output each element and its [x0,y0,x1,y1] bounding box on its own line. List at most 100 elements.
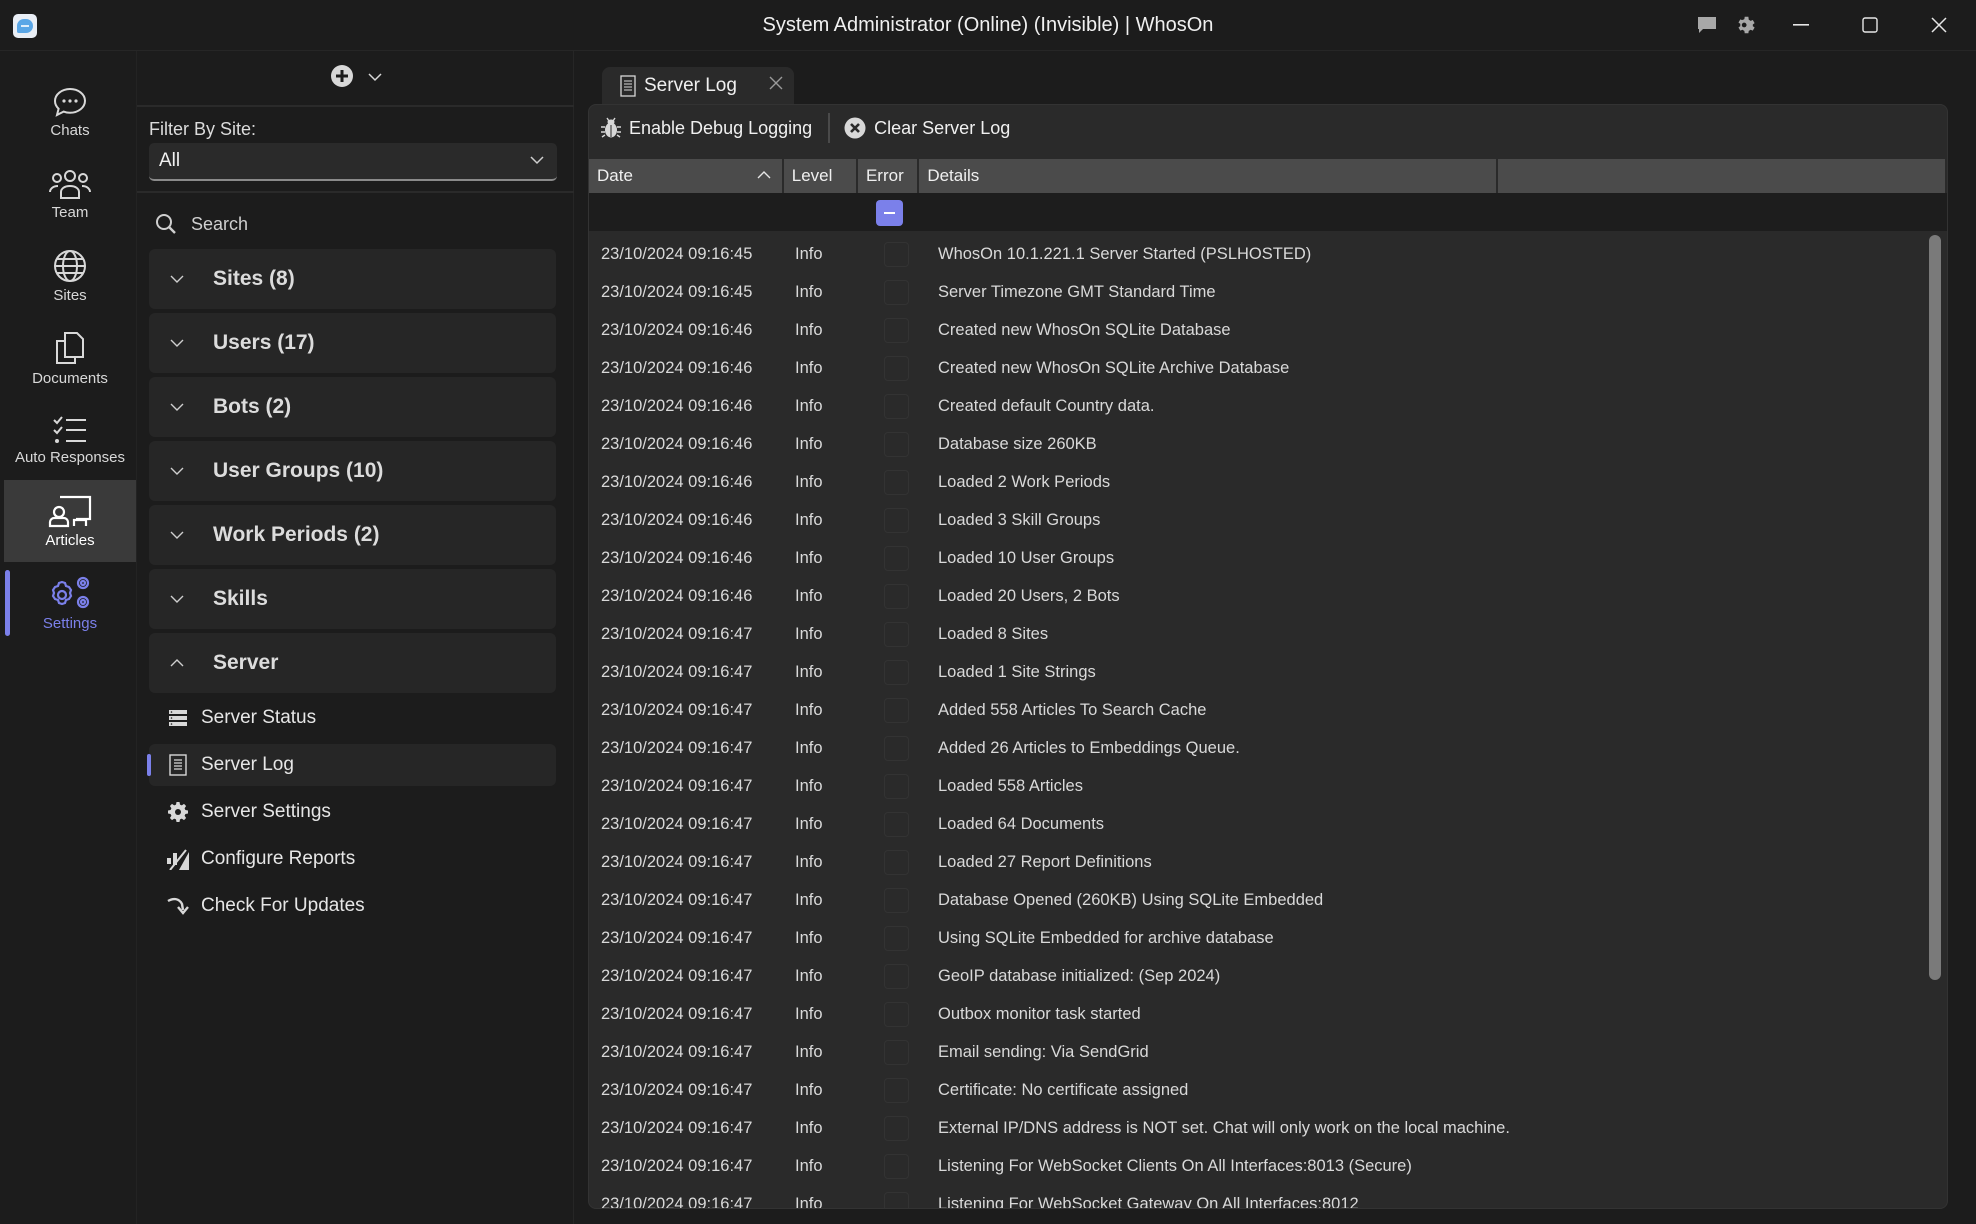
search-input[interactable]: Search [155,206,248,242]
log-row[interactable]: 23/10/2024 09:16:46 Info Database size 2… [589,425,1947,463]
column-header-error[interactable]: Error [857,159,918,193]
cell-date: 23/10/2024 09:16:47 [601,890,753,909]
log-toolbar: Enable Debug Logging Clear Server Log [589,105,1947,151]
filter-by-site-select[interactable]: All [149,143,557,181]
error-checkbox[interactable] [884,697,909,723]
log-row[interactable]: 23/10/2024 09:16:46 Info Loaded 3 Skill … [589,501,1947,539]
section-label: Users (17) [213,331,315,354]
error-checkbox[interactable] [884,659,909,685]
error-checkbox[interactable] [884,1153,909,1179]
log-row[interactable]: 23/10/2024 09:16:47 Info Listening For W… [589,1147,1947,1185]
nav-settings[interactable]: Settings [4,562,136,644]
server-log-item[interactable]: Server Log [147,744,556,786]
log-row[interactable]: 23/10/2024 09:16:46 Info Created default… [589,387,1947,425]
log-row[interactable]: 23/10/2024 09:16:45 Info Server Timezone… [589,273,1947,311]
nav-auto-responses[interactable]: Auto Responses [4,399,136,481]
error-checkbox[interactable] [884,773,909,799]
log-row[interactable]: 23/10/2024 09:16:47 Info Loaded 8 Sites [589,615,1947,653]
section-sites[interactable]: Sites (8) [149,249,556,309]
log-row[interactable]: 23/10/2024 09:16:46 Info Loaded 20 Users… [589,577,1947,615]
error-checkbox[interactable] [884,317,909,343]
section-server[interactable]: Server [149,633,556,693]
log-row[interactable]: 23/10/2024 09:16:47 Info Email sending: … [589,1033,1947,1071]
error-checkbox[interactable] [884,849,909,875]
error-checkbox[interactable] [884,963,909,989]
error-checkbox[interactable] [884,279,909,305]
error-checkbox[interactable] [884,1077,909,1103]
log-row[interactable]: 23/10/2024 09:16:47 Info Outbox monitor … [589,995,1947,1033]
log-row[interactable]: 23/10/2024 09:16:47 Info Loaded 558 Arti… [589,767,1947,805]
column-header-level[interactable]: Level [783,159,856,193]
error-checkbox[interactable] [884,1001,909,1027]
error-checkbox[interactable] [884,735,909,761]
nav-articles[interactable]: Articles [4,480,136,562]
log-row[interactable]: 23/10/2024 09:16:47 Info External IP/DNS… [589,1109,1947,1147]
error-filter-checkbox[interactable] [876,200,903,226]
error-checkbox[interactable] [884,469,909,495]
log-row[interactable]: 23/10/2024 09:16:47 Info Loaded 64 Docum… [589,805,1947,843]
close-tab-button[interactable] [768,75,784,97]
add-button[interactable] [330,64,354,93]
error-checkbox[interactable] [884,1039,909,1065]
error-checkbox[interactable] [884,241,909,267]
chat-bubble-icon[interactable] [1694,12,1720,38]
log-row[interactable]: 23/10/2024 09:16:47 Info Database Opened… [589,881,1947,919]
log-row[interactable]: 23/10/2024 09:16:46 Info Loaded 10 User … [589,539,1947,577]
log-row[interactable]: 23/10/2024 09:16:47 Info Loaded 27 Repor… [589,843,1947,881]
cell-date: 23/10/2024 09:16:47 [601,928,753,947]
close-window-button[interactable] [1905,0,1973,50]
log-row[interactable]: 23/10/2024 09:16:46 Info Created new Who… [589,311,1947,349]
error-checkbox[interactable] [884,393,909,419]
section-bots[interactable]: Bots (2) [149,377,556,437]
log-row[interactable]: 23/10/2024 09:16:47 Info GeoIP database … [589,957,1947,995]
clear-server-log-button[interactable]: Clear Server Log [844,111,1010,145]
maximize-button[interactable] [1836,0,1904,50]
nav-team[interactable]: Team [4,153,136,235]
error-checkbox[interactable] [884,355,909,381]
log-row[interactable]: 23/10/2024 09:16:46 Info Created new Who… [589,349,1947,387]
cell-details: Using SQLite Embedded for archive databa… [938,928,1274,947]
column-header-details[interactable]: Details [919,159,1497,193]
section-users[interactable]: Users (17) [149,313,556,373]
server-status-item[interactable]: Server Status [149,697,556,739]
error-checkbox[interactable] [884,887,909,913]
log-row[interactable]: 23/10/2024 09:16:47 Info Loaded 1 Site S… [589,653,1947,691]
error-checkbox[interactable] [884,431,909,457]
log-row[interactable]: 23/10/2024 09:16:47 Info Added 26 Articl… [589,729,1947,767]
nav-sites[interactable]: Sites [4,235,136,317]
cell-details: Outbox monitor task started [938,1004,1141,1023]
log-row[interactable]: 23/10/2024 09:16:47 Info Listening For W… [589,1185,1947,1208]
error-checkbox[interactable] [884,507,909,533]
gear-icon[interactable] [1733,12,1759,38]
error-checkbox[interactable] [884,925,909,951]
error-checkbox[interactable] [884,1115,909,1141]
error-checkbox[interactable] [884,811,909,837]
cell-error [864,1001,926,1027]
error-checkbox[interactable] [884,621,909,647]
section-skills[interactable]: Skills [149,569,556,629]
configure-reports-item[interactable]: Configure Reports [149,838,556,880]
column-header-date[interactable]: Date [589,159,782,193]
vertical-scrollbar[interactable] [1929,235,1941,980]
log-row[interactable]: 23/10/2024 09:16:47 Info Added 558 Artic… [589,691,1947,729]
cell-details: Added 26 Articles to Embeddings Queue. [938,738,1240,757]
server-settings-item[interactable]: Server Settings [149,791,556,833]
tab-server-log[interactable]: Server Log [602,67,794,105]
nav-chats[interactable]: Chats [4,71,136,153]
log-row[interactable]: 23/10/2024 09:16:47 Info Certificate: No… [589,1071,1947,1109]
enable-debug-logging-button[interactable]: Enable Debug Logging [601,111,812,145]
error-checkbox[interactable] [884,1191,909,1208]
cell-date: 23/10/2024 09:16:46 [601,548,753,567]
error-checkbox[interactable] [884,545,909,571]
section-user-groups[interactable]: User Groups (10) [149,441,556,501]
nav-label: Team [51,203,89,221]
minimize-button[interactable] [1767,0,1835,50]
log-row[interactable]: 23/10/2024 09:16:46 Info Loaded 2 Work P… [589,463,1947,501]
section-work-periods[interactable]: Work Periods (2) [149,505,556,565]
log-row[interactable]: 23/10/2024 09:16:47 Info Using SQLite Em… [589,919,1947,957]
log-row[interactable]: 23/10/2024 09:16:45 Info WhosOn 10.1.221… [589,235,1947,273]
nav-documents[interactable]: Documents [4,317,136,399]
check-for-updates-item[interactable]: Check For Updates [149,885,556,927]
error-checkbox[interactable] [884,583,909,609]
add-dropdown-button[interactable] [367,69,382,87]
